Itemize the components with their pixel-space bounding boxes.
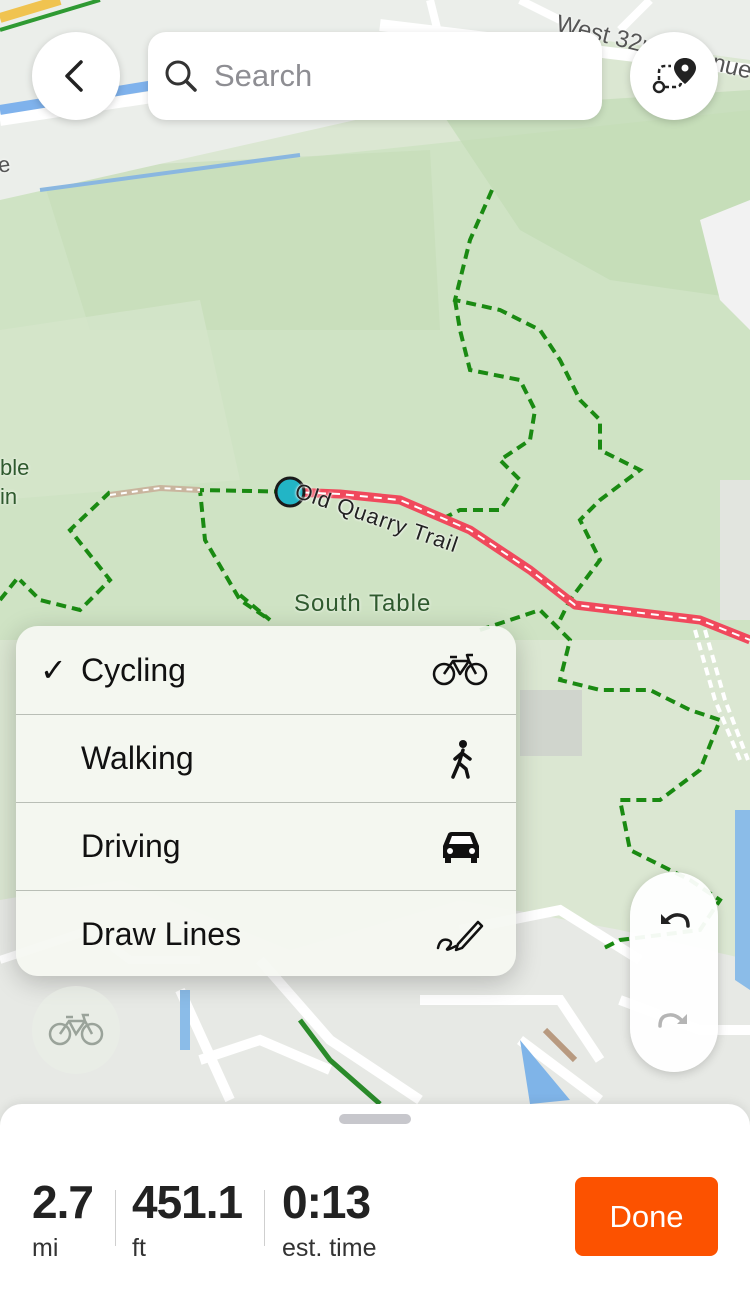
search-input[interactable]	[212, 57, 576, 95]
search-icon	[165, 60, 197, 92]
undo-redo-panel	[630, 872, 718, 1072]
edge-map-label: in	[0, 484, 18, 509]
walking-icon	[448, 739, 476, 779]
chevron-left-icon	[65, 60, 83, 92]
elevation-value: 451.1	[132, 1176, 243, 1228]
stat-divider	[115, 1190, 116, 1246]
routing-mode-menu: ✓ Cycling Walking Driving Draw Lines	[16, 626, 516, 976]
mode-label-walking: Walking	[81, 740, 194, 776]
mode-item-draw-lines[interactable]: Draw Lines	[16, 890, 516, 976]
time-value: 0:13	[282, 1176, 371, 1228]
undo-icon	[661, 913, 690, 928]
back-button[interactable]	[32, 32, 120, 120]
stat-divider	[264, 1190, 265, 1246]
activity-type-button[interactable]	[32, 986, 120, 1074]
edge-map-label: ble	[0, 455, 30, 480]
mode-item-driving[interactable]: Driving	[16, 802, 516, 890]
bicycle-icon	[432, 653, 488, 687]
distance-value: 2.7	[32, 1176, 94, 1228]
time-unit: est. time	[282, 1234, 377, 1262]
park-name-label: South Table	[294, 590, 432, 617]
car-icon	[440, 830, 482, 864]
done-button[interactable]: Done	[575, 1177, 718, 1256]
route-pin-button[interactable]	[630, 32, 718, 120]
mode-label-cycling: Cycling	[81, 651, 186, 688]
route-pin-icon	[652, 58, 696, 94]
bicycle-icon	[48, 1013, 104, 1046]
time-stat: 0:13 est. time	[282, 1176, 376, 1264]
pencil-draw-icon	[436, 918, 484, 952]
redo-icon	[658, 1013, 687, 1028]
mode-label-driving: Driving	[81, 828, 181, 864]
redo-button[interactable]	[630, 972, 718, 1072]
mode-item-cycling[interactable]: ✓ Cycling	[16, 626, 516, 714]
elevation-stat: 451.1 ft	[132, 1176, 243, 1264]
mode-label-draw-lines: Draw Lines	[81, 916, 242, 952]
search-bar[interactable]	[148, 32, 602, 120]
distance-unit: mi	[32, 1234, 59, 1262]
route-summary-sheet: 2.7 mi 451.1 ft 0:13 est. time Done	[0, 1104, 750, 1294]
sheet-grabber[interactable]	[339, 1114, 411, 1124]
distance-stat: 2.7 mi	[32, 1176, 94, 1264]
elevation-unit: ft	[132, 1234, 146, 1262]
mode-item-walking[interactable]: Walking	[16, 714, 516, 802]
undo-button[interactable]	[630, 872, 718, 972]
checkmark-icon: ✓	[40, 652, 67, 688]
